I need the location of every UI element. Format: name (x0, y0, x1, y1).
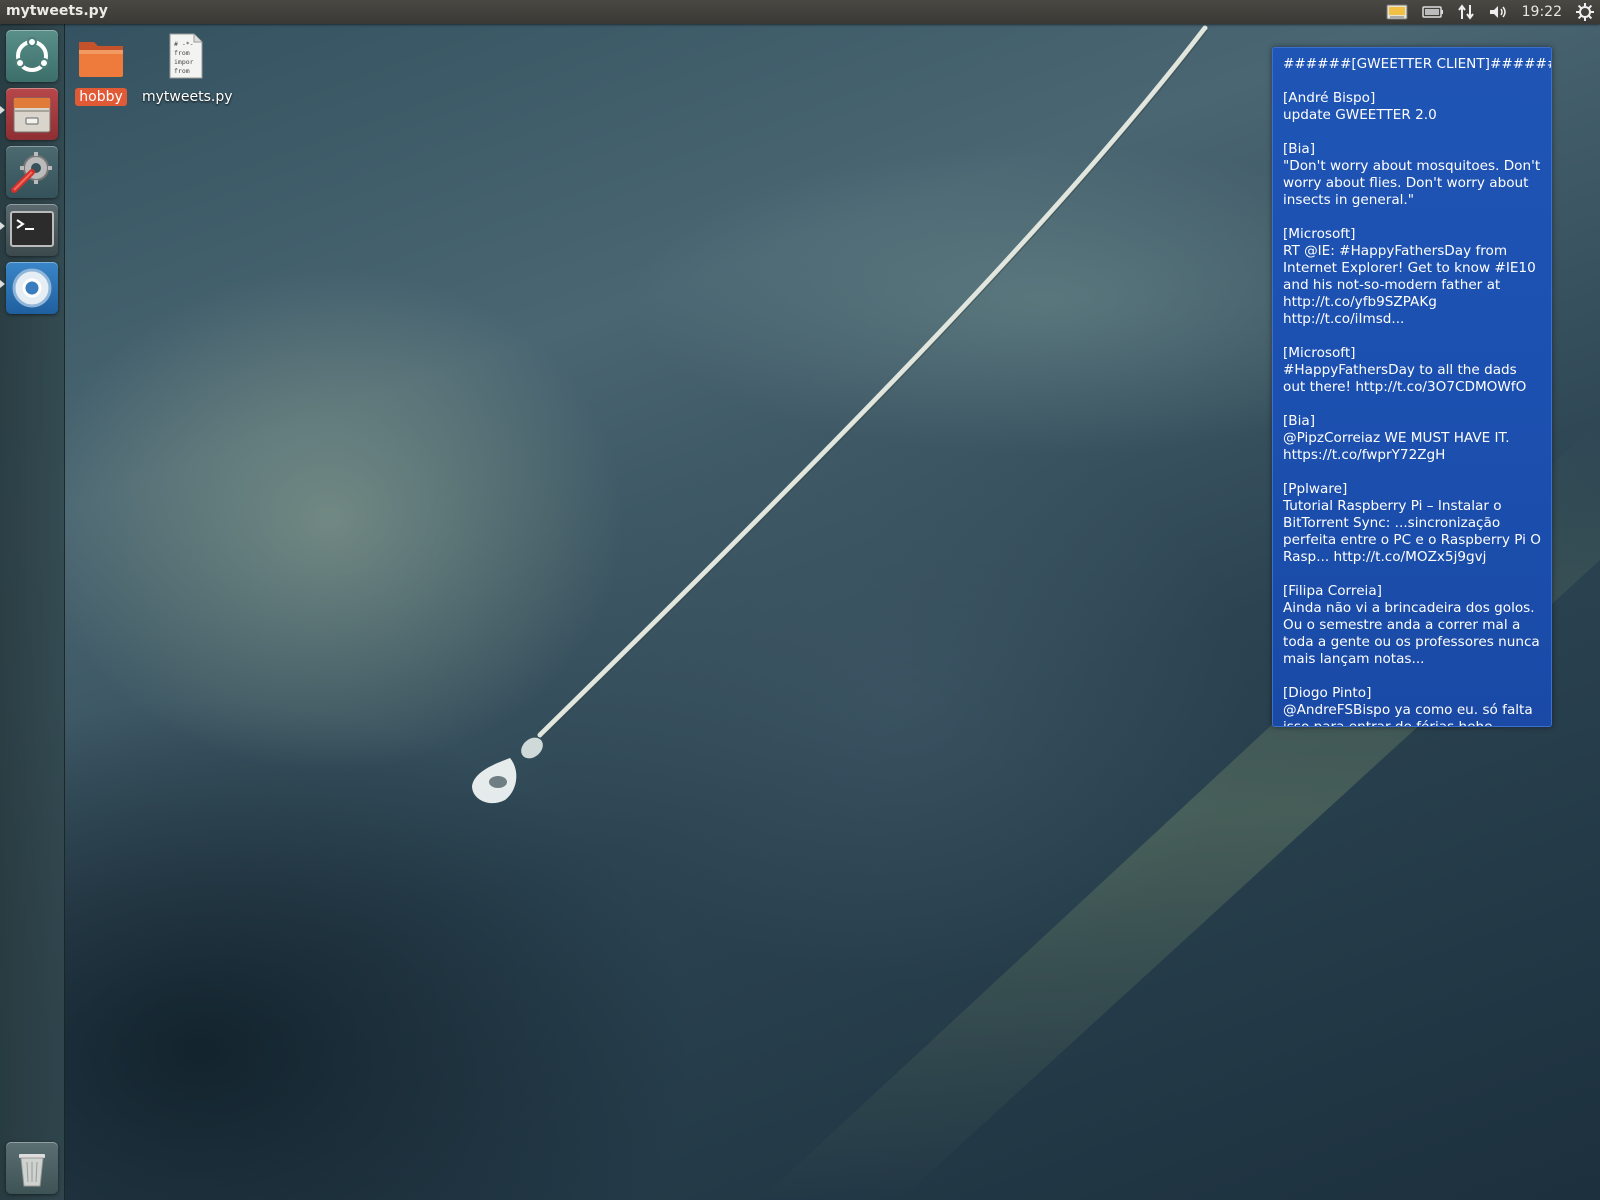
tweet-text: RT @IE: #HappyFathersDay from Internet E… (1283, 243, 1536, 327)
tweet-item: [André Bispo] update GWEETTER 2.0 (1283, 90, 1543, 124)
network-icon[interactable] (1457, 0, 1474, 24)
tweet-author: [Diogo Pinto] (1283, 685, 1372, 701)
tweet-text: Ainda não vi a brincadeira dos golos. Ou… (1283, 600, 1540, 667)
running-indicator (0, 222, 5, 230)
tweet-item: [Microsoft] RT @IE: #HappyFathersDay fro… (1283, 226, 1543, 328)
tweet-item: [Bia] @PipzCorreiaz WE MUST HAVE IT. htt… (1283, 413, 1543, 464)
tweet-author: [Filipa Correia] (1283, 583, 1382, 599)
battery-icon[interactable] (1421, 0, 1444, 24)
app-title: mytweets.py (6, 3, 108, 19)
tweet-author: [Bia] (1283, 141, 1316, 157)
tweet-text: #HappyFathersDay to all the dads out the… (1283, 362, 1527, 395)
desktop-icon-label: hobby (75, 88, 127, 106)
system-settings-icon (11, 152, 52, 193)
keyboard-indicator-icon[interactable] (1386, 0, 1408, 24)
desktop-icon-mytweets[interactable]: # -*- from impor from mytweets.py (138, 32, 234, 106)
file-preview-line: from (174, 49, 190, 57)
launcher (0, 24, 65, 1200)
trash-button[interactable] (6, 1142, 58, 1194)
indicator-area: 19:22 (1386, 0, 1594, 24)
tweet-item: [Microsoft] #HappyFathersDay to all the … (1283, 345, 1543, 396)
desktop-icon-label: mytweets.py (142, 89, 233, 105)
dash-home-icon (15, 37, 49, 72)
power-gear-icon[interactable] (1576, 0, 1594, 24)
file-preview-line: impor (174, 58, 194, 66)
running-indicator (0, 280, 5, 288)
volume-icon[interactable] (1488, 0, 1508, 24)
tweet-text: "Don't worry about mosquitoes. Don't wor… (1283, 158, 1541, 208)
tweet-author: [Bia] (1283, 413, 1316, 429)
file-preview-line: from (174, 67, 190, 75)
files-icon (13, 97, 51, 133)
dash-home-button[interactable] (6, 30, 58, 82)
running-indicator (0, 106, 5, 114)
tweet-item: [Pplware] Tutorial Raspberry Pi – Instal… (1283, 481, 1543, 566)
python-file-icon: # -*- from impor from (169, 33, 203, 79)
terminal-button[interactable] (6, 204, 58, 256)
top-panel: mytweets.py 19:22 (0, 0, 1600, 24)
desktop-icon-hobby[interactable]: hobby (72, 36, 130, 106)
files-button[interactable] (6, 88, 58, 140)
tweet-text: @PipzCorreiaz WE MUST HAVE IT. https://t… (1283, 430, 1510, 463)
trash-icon (19, 1154, 45, 1187)
file-preview-line: # -*- (174, 40, 194, 48)
gweetter-client-panel: ######[GWEETTER CLIENT]###### [André Bis… (1272, 47, 1552, 727)
tweet-text: Tutorial Raspberry Pi – Instalar o BitTo… (1283, 498, 1541, 565)
tweet-text: update GWEETTER 2.0 (1283, 107, 1437, 123)
system-settings-button[interactable] (6, 146, 58, 198)
chromium-icon (12, 268, 52, 308)
tweet-author: [Microsoft] (1283, 226, 1356, 242)
tweet-author: [Pplware] (1283, 481, 1348, 497)
tweet-author: [Microsoft] (1283, 345, 1356, 361)
terminal-icon (10, 211, 54, 247)
gweetter-title: ######[GWEETTER CLIENT]###### (1283, 56, 1552, 72)
clock[interactable]: 19:22 (1522, 0, 1562, 24)
folder-icon (79, 42, 123, 77)
chromium-button[interactable] (6, 262, 58, 314)
tweet-text: @AndreFSBispo ya como eu. só falta isso … (1283, 702, 1533, 727)
tweet-item: [Bia] "Don't worry about mosquitoes. Don… (1283, 141, 1543, 209)
tweet-author: [André Bispo] (1283, 90, 1376, 106)
tweet-item: [Filipa Correia] Ainda não vi a brincade… (1283, 583, 1543, 668)
tweet-item: [Diogo Pinto] @AndreFSBispo ya como eu. … (1283, 685, 1543, 727)
